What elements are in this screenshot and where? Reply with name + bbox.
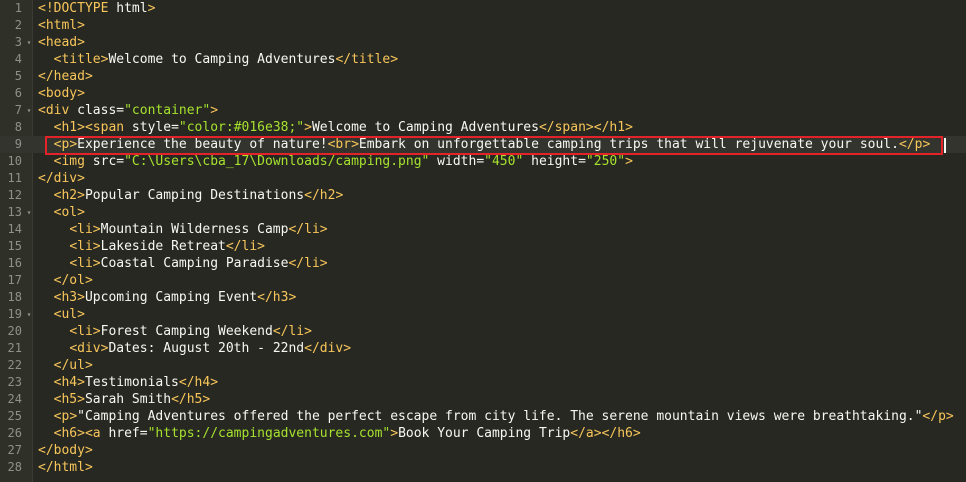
code-text[interactable]: <head> [38,34,85,51]
line-number: 25 [7,409,22,423]
fold-toggle-icon[interactable]: ▾ [25,306,33,323]
line-number: 1 [14,1,22,15]
line-number: 2 [14,18,22,32]
code-text[interactable]: <h2>Popular Camping Destinations</h2> [38,187,344,204]
code-text[interactable]: <p>Experience the beauty of nature!<br>E… [38,136,931,153]
code-line[interactable]: 5 </head> [0,68,966,85]
code-text[interactable]: <img src="C:\Users\cba_17\Downloads/camp… [38,153,633,170]
code-text[interactable]: <h1><span style="color:#016e38;">Welcome… [38,119,633,136]
code-line[interactable]: 17 </ol> [0,272,966,289]
code-text[interactable]: <ul> [38,306,85,323]
code-text[interactable]: </body> [38,442,93,459]
code-line[interactable]: 11 </div> [0,170,966,187]
line-number: 6 [14,86,22,100]
code-line[interactable]: 4 <title>Welcome to Camping Adventures</… [0,51,966,68]
line-number: 9 [14,137,22,151]
code-text[interactable]: <li>Mountain Wilderness Camp</li> [38,221,327,238]
code-line[interactable]: 15 <li>Lakeside Retreat</li> [0,238,966,255]
code-text[interactable]: </ul> [38,357,93,374]
code-text[interactable]: <body> [38,85,85,102]
code-line[interactable]: 16 <li>Coastal Camping Paradise</li> [0,255,966,272]
line-number: 23 [7,375,22,389]
code-text[interactable]: <div class="container"> [38,102,218,119]
code-line[interactable]: 1 <!DOCTYPE html> [0,0,966,17]
line-number: 5 [14,69,22,83]
line-number: 22 [7,358,22,372]
code-text[interactable]: <html> [38,17,85,34]
code-editor[interactable]: 1 <!DOCTYPE html> 2 <html> 3 ▾ <head> 4 <title>… [0,0,966,482]
code-line[interactable]: 23 <h4>Testimonials</h4> [0,374,966,391]
code-text[interactable]: <h4>Testimonials</h4> [38,374,218,391]
line-number: 4 [14,52,22,66]
code-text[interactable]: <h5>Sarah Smith</h5> [38,391,211,408]
line-number: 18 [7,290,22,304]
code-text[interactable]: </div> [38,170,85,187]
code-line[interactable]: 3 ▾ <head> [0,34,966,51]
code-line[interactable]: 7 ▾ <div class="container"> [0,102,966,119]
code-text[interactable]: </head> [38,68,93,85]
code-line[interactable]: 8 <h1><span style="color:#016e38;">Welco… [0,119,966,136]
code-text[interactable]: <h6><a href="https://campingadventures.c… [38,425,641,442]
code-text[interactable]: <li>Coastal Camping Paradise</li> [38,255,327,272]
line-number: 15 [7,239,22,253]
code-line[interactable]: 9 <p>Experience the beauty of nature!<br… [0,136,966,153]
line-number: 12 [7,188,22,202]
line-number: 10 [7,154,22,168]
code-line[interactable]: 19 ▾ <ul> [0,306,966,323]
code-text[interactable]: <li>Forest Camping Weekend</li> [38,323,312,340]
code-line[interactable]: 6 <body> [0,85,966,102]
fold-toggle-icon[interactable]: ▾ [25,34,33,51]
line-number: 14 [7,222,22,236]
line-number: 21 [7,341,22,355]
code-line[interactable]: 14 <li>Mountain Wilderness Camp</li> [0,221,966,238]
code-text[interactable]: <title>Welcome to Camping Adventures</ti… [38,51,398,68]
line-number: 7 [14,103,22,117]
line-number: 16 [7,256,22,270]
code-line[interactable]: 22 </ul> [0,357,966,374]
code-line[interactable]: 24 <h5>Sarah Smith</h5> [0,391,966,408]
code-line[interactable]: 12 <h2>Popular Camping Destinations</h2> [0,187,966,204]
code-text[interactable]: <h3>Upcoming Camping Event</h3> [38,289,297,306]
line-number: 13 [7,205,22,219]
line-number: 28 [7,460,22,474]
line-number: 17 [7,273,22,287]
code-line[interactable]: 2 <html> [0,17,966,34]
line-number: 20 [7,324,22,338]
code-text[interactable]: <ol> [38,204,85,221]
line-number: 19 [7,307,22,321]
code-text[interactable]: <div>Dates: August 20th - 22nd</div> [38,340,351,357]
code-text[interactable]: <p>"Camping Adventures offered the perfe… [38,408,954,425]
code-text[interactable]: <!DOCTYPE html> [38,0,155,17]
text-cursor [944,138,946,153]
code-line[interactable]: 26 <h6><a href="https://campingadventure… [0,425,966,442]
code-line[interactable]: 18 <h3>Upcoming Camping Event</h3> [0,289,966,306]
line-number: 8 [14,120,22,134]
code-text[interactable]: </html> [38,459,93,476]
fold-toggle-icon[interactable]: ▾ [25,204,33,221]
code-line[interactable]: 21 <div>Dates: August 20th - 22nd</div> [0,340,966,357]
line-number: 27 [7,443,22,457]
code-line[interactable]: 10 <img src="C:\Users\cba_17\Downloads/c… [0,153,966,170]
line-number: 26 [7,426,22,440]
line-number: 11 [7,171,22,185]
code-text[interactable]: <li>Lakeside Retreat</li> [38,238,265,255]
code-line[interactable]: 27 </body> [0,442,966,459]
code-line[interactable]: 20 <li>Forest Camping Weekend</li> [0,323,966,340]
code-line[interactable]: 13 ▾ <ol> [0,204,966,221]
fold-toggle-icon[interactable]: ▾ [25,102,33,119]
line-number: 3 [14,35,22,49]
code-text[interactable]: </ol> [38,272,93,289]
line-number: 24 [7,392,22,406]
code-line[interactable]: 28 </html> [0,459,966,476]
code-lines[interactable]: 1 <!DOCTYPE html> 2 <html> 3 ▾ <head> 4 <title>… [0,0,966,476]
code-line[interactable]: 25 <p>"Camping Adventures offered the pe… [0,408,966,425]
